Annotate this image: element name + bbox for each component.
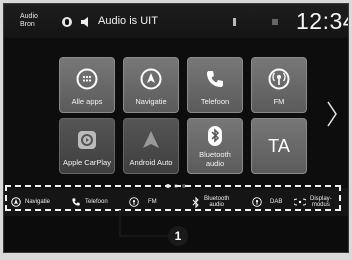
tile-label: Alle apps (71, 97, 103, 106)
radio-icon (252, 197, 262, 207)
status-bar: Audio Bron Audio is UIT 12:34 (4, 4, 348, 38)
navigation-arrow-icon (140, 68, 162, 90)
tile-apple-carplay[interactable]: Apple CarPlay (59, 118, 115, 174)
tile-label: Apple CarPlay (63, 158, 111, 167)
tile-phone[interactable]: Telefoon (187, 57, 243, 113)
infotainment-screen: Audio Bron Audio is UIT 12:34 Alle apps … (3, 3, 349, 253)
shortcut-phone[interactable]: Telefoon (71, 188, 108, 216)
android-auto-icon (143, 131, 159, 148)
status-indicator-icon (272, 19, 278, 25)
speaker-muted-icon (81, 17, 88, 27)
tile-ta[interactable]: TA (251, 118, 307, 174)
tile-all-apps[interactable]: Alle apps (59, 57, 115, 113)
tile-label: TA (268, 136, 290, 156)
clock: 12:34 (296, 8, 348, 34)
shortcut-label: FM (148, 198, 157, 205)
tile-android-auto[interactable]: Android Auto (123, 118, 179, 174)
signal-indicator-icon (233, 18, 236, 26)
tile-bluetooth-audio[interactable]: Bluetooth audio (187, 118, 243, 174)
audio-source-button[interactable]: Audio Bron (20, 13, 38, 29)
shortcut-label: Navigatie (25, 198, 51, 205)
tile-label: FM (273, 97, 285, 106)
tile-fm[interactable]: FM (251, 57, 307, 113)
phone-icon (72, 198, 80, 206)
bluetooth-icon (192, 196, 199, 208)
voice-icon[interactable] (62, 17, 72, 27)
carplay-icon (78, 131, 96, 149)
shortcut-label: Telefoon (85, 198, 108, 205)
radio-icon (268, 68, 290, 90)
chevron-right-icon[interactable] (326, 100, 338, 128)
shortcut-display-mode[interactable]: Display- modus (294, 188, 332, 216)
grid-icon (76, 68, 98, 90)
radio-icon (129, 197, 139, 207)
tile-label: Android Auto (129, 158, 173, 167)
bluetooth-icon (208, 126, 222, 146)
shortcut-label: Display- modus (310, 195, 332, 209)
shortcut-label: DAB (270, 198, 283, 205)
phone-icon (207, 71, 223, 87)
tile-label: Telefoon (200, 97, 230, 106)
shortcut-navigation[interactable]: Navigatie (11, 188, 50, 216)
navigation-icon (11, 197, 21, 207)
display-mode-icon (294, 198, 306, 206)
audio-status-text: Audio is UIT (98, 15, 158, 27)
shortcut-label: Bluetooth audio (204, 195, 230, 209)
shortcut-dab[interactable]: DAB (252, 188, 282, 216)
callout-number: 1 (168, 226, 188, 246)
tile-label: Bluetooth audio (199, 150, 231, 168)
shortcut-bar: Navigatie Telefoon FM Bluetooth audio DA… (4, 188, 348, 216)
tile-label: Navigatie (135, 97, 167, 106)
shortcut-bluetooth-audio[interactable]: Bluetooth audio (192, 188, 229, 216)
shortcut-fm[interactable]: FM (129, 188, 157, 216)
tile-navigation[interactable]: Navigatie (123, 57, 179, 113)
